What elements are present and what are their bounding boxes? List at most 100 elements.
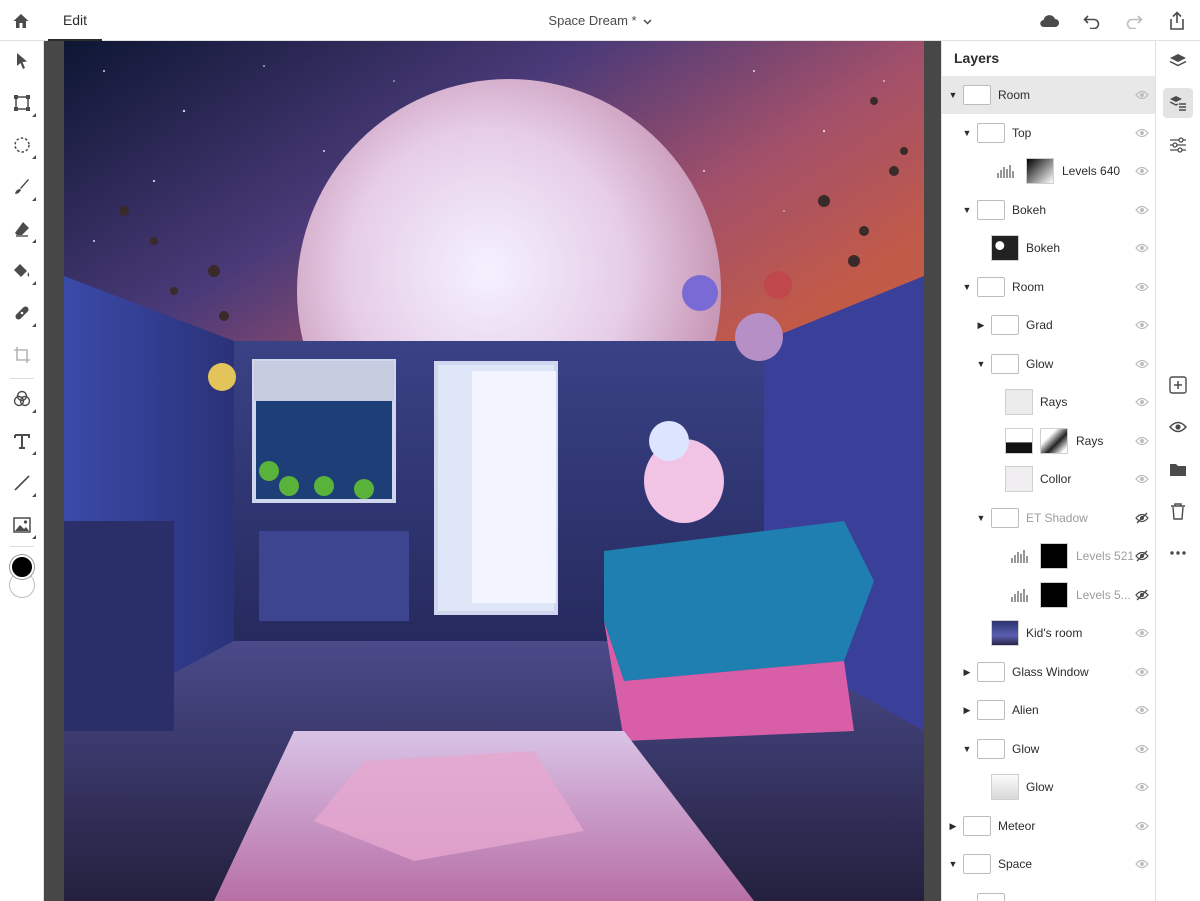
redo-icon[interactable]	[1121, 8, 1147, 34]
layer-row-room-sub[interactable]: ▼ Room	[942, 268, 1155, 306]
collapse-caret-icon[interactable]: ▶	[961, 704, 973, 716]
visibility-eye-icon[interactable]	[1134, 779, 1150, 795]
layer-row-meteor[interactable]: ▶ Meteor	[942, 807, 1155, 845]
place-image-icon[interactable]	[7, 510, 37, 540]
layer-row-partial[interactable]	[942, 884, 1155, 901]
layer-thumbnail	[1005, 466, 1033, 492]
folder-icon	[991, 354, 1019, 374]
tab-edit[interactable]: Edit	[48, 0, 102, 41]
layer-row-levels-5[interactable]: Levels 5...	[942, 576, 1155, 614]
layer-row-space[interactable]: ▼ Space	[942, 845, 1155, 883]
canvas-area[interactable]	[44, 41, 941, 901]
expand-caret-icon[interactable]: ▼	[961, 743, 973, 755]
cloud-icon[interactable]	[1036, 8, 1062, 34]
folder-icon	[977, 893, 1005, 901]
transform-tool-icon[interactable]	[7, 88, 37, 118]
collapse-caret-icon[interactable]: ▶	[975, 319, 987, 331]
layer-thumbnail	[1005, 428, 1033, 454]
fill-bucket-icon[interactable]	[7, 256, 37, 286]
collapse-caret-icon[interactable]: ▶	[961, 666, 973, 678]
layer-name: Collor	[1040, 472, 1072, 486]
line-tool-icon[interactable]	[7, 468, 37, 498]
layers-icon[interactable]	[1163, 46, 1193, 76]
document-title-dropdown[interactable]: Space Dream *	[500, 0, 700, 41]
visibility-hidden-icon[interactable]	[1134, 587, 1150, 603]
visibility-eye-icon[interactable]	[1134, 202, 1150, 218]
visibility-eye-icon[interactable]	[1134, 702, 1150, 718]
layer-name: ET Shadow	[1026, 511, 1088, 525]
layer-mask-thumbnail	[1026, 158, 1054, 184]
layer-row-et-shadow[interactable]: ▼ ET Shadow	[942, 499, 1155, 537]
layer-row-glow-group[interactable]: ▼ Glow	[942, 345, 1155, 383]
visibility-eye-icon[interactable]	[1134, 625, 1150, 641]
layer-row-glass-window[interactable]: ▶ Glass Window	[942, 653, 1155, 691]
layer-row-glow[interactable]: Glow	[942, 768, 1155, 806]
eraser-icon[interactable]	[7, 214, 37, 244]
home-icon[interactable]	[8, 8, 34, 34]
layer-name: Levels 640	[1062, 164, 1121, 178]
adjustments-icon[interactable]	[7, 384, 37, 414]
submenu-corner-icon	[32, 155, 36, 159]
layer-row-kids-room[interactable]: Kid's room	[942, 614, 1155, 652]
adjustments-sliders-icon[interactable]	[1163, 130, 1193, 160]
visibility-eye-icon[interactable]	[1134, 163, 1150, 179]
more-icon[interactable]	[1163, 538, 1193, 568]
layer-row-top[interactable]: ▼ Top	[942, 114, 1155, 152]
layer-name: Meteor	[998, 819, 1036, 833]
expand-caret-icon[interactable]: ▼	[961, 127, 973, 139]
visibility-eye-icon[interactable]	[1134, 356, 1150, 372]
layer-name: Rays	[1040, 395, 1068, 409]
visibility-hidden-icon[interactable]	[1134, 548, 1150, 564]
expand-caret-icon[interactable]: ▼	[947, 89, 959, 101]
layer-row-alien[interactable]: ▶ Alien	[942, 691, 1155, 729]
foreground-color-swatch[interactable]	[10, 555, 34, 579]
visibility-eye-icon[interactable]	[1134, 87, 1150, 103]
delete-icon[interactable]	[1163, 496, 1193, 526]
layer-row-bokeh-group[interactable]: ▼ Bokeh	[942, 191, 1155, 229]
submenu-corner-icon	[32, 323, 36, 327]
expand-caret-icon[interactable]: ▼	[975, 358, 987, 370]
healing-brush-icon[interactable]	[7, 298, 37, 328]
collapse-caret-icon[interactable]: ▶	[947, 820, 959, 832]
group-folder-icon[interactable]	[1163, 454, 1193, 484]
layer-row-rays-masked[interactable]: Rays	[942, 422, 1155, 460]
visibility-eye-icon[interactable]	[1134, 433, 1150, 449]
visibility-hidden-icon[interactable]	[1134, 510, 1150, 526]
type-tool-icon[interactable]	[7, 426, 37, 456]
visibility-eye-icon[interactable]	[1134, 240, 1150, 256]
layer-row-levels-640[interactable]: Levels 640	[942, 152, 1155, 190]
expand-caret-icon[interactable]: ▼	[961, 204, 973, 216]
visibility-eye-icon[interactable]	[1134, 279, 1150, 295]
visibility-eye-icon[interactable]	[1134, 741, 1150, 757]
share-icon[interactable]	[1164, 8, 1190, 34]
layer-row-bokeh[interactable]: Bokeh	[942, 229, 1155, 267]
layer-row-rays[interactable]: Rays	[942, 383, 1155, 421]
select-tool-icon[interactable]	[7, 46, 37, 76]
visibility-eye-icon[interactable]	[1134, 856, 1150, 872]
layer-row-collor[interactable]: Collor	[942, 460, 1155, 498]
layer-row-glow-group-2[interactable]: ▼ Glow	[942, 730, 1155, 768]
visibility-eye-icon[interactable]	[1134, 818, 1150, 834]
crop-icon[interactable]	[7, 340, 37, 370]
expand-caret-icon[interactable]: ▼	[947, 858, 959, 870]
visibility-eye-icon[interactable]	[1134, 394, 1150, 410]
layer-row-room[interactable]: ▼ Room	[942, 76, 1155, 114]
visibility-eye-icon[interactable]	[1134, 125, 1150, 141]
visibility-eye-icon[interactable]	[1134, 317, 1150, 333]
layer-properties-icon[interactable]	[1163, 88, 1193, 118]
expand-caret-icon[interactable]: ▼	[975, 512, 987, 524]
expand-caret-icon[interactable]: ▼	[961, 281, 973, 293]
layer-row-levels-521[interactable]: Levels 521	[942, 537, 1155, 575]
document-artwork[interactable]	[64, 41, 924, 901]
layer-name: Bokeh	[1026, 241, 1061, 255]
lasso-select-icon[interactable]	[7, 130, 37, 160]
layer-row-grad[interactable]: ▶ Grad	[942, 306, 1155, 344]
layer-name: Glass Window	[1012, 665, 1089, 679]
brush-icon[interactable]	[7, 172, 37, 202]
add-layer-icon[interactable]	[1163, 370, 1193, 400]
visibility-eye-icon[interactable]	[1134, 664, 1150, 680]
undo-icon[interactable]	[1079, 8, 1105, 34]
layer-name: Kid's room	[1026, 626, 1083, 640]
visibility-icon[interactable]	[1163, 412, 1193, 442]
visibility-eye-icon[interactable]	[1134, 471, 1150, 487]
